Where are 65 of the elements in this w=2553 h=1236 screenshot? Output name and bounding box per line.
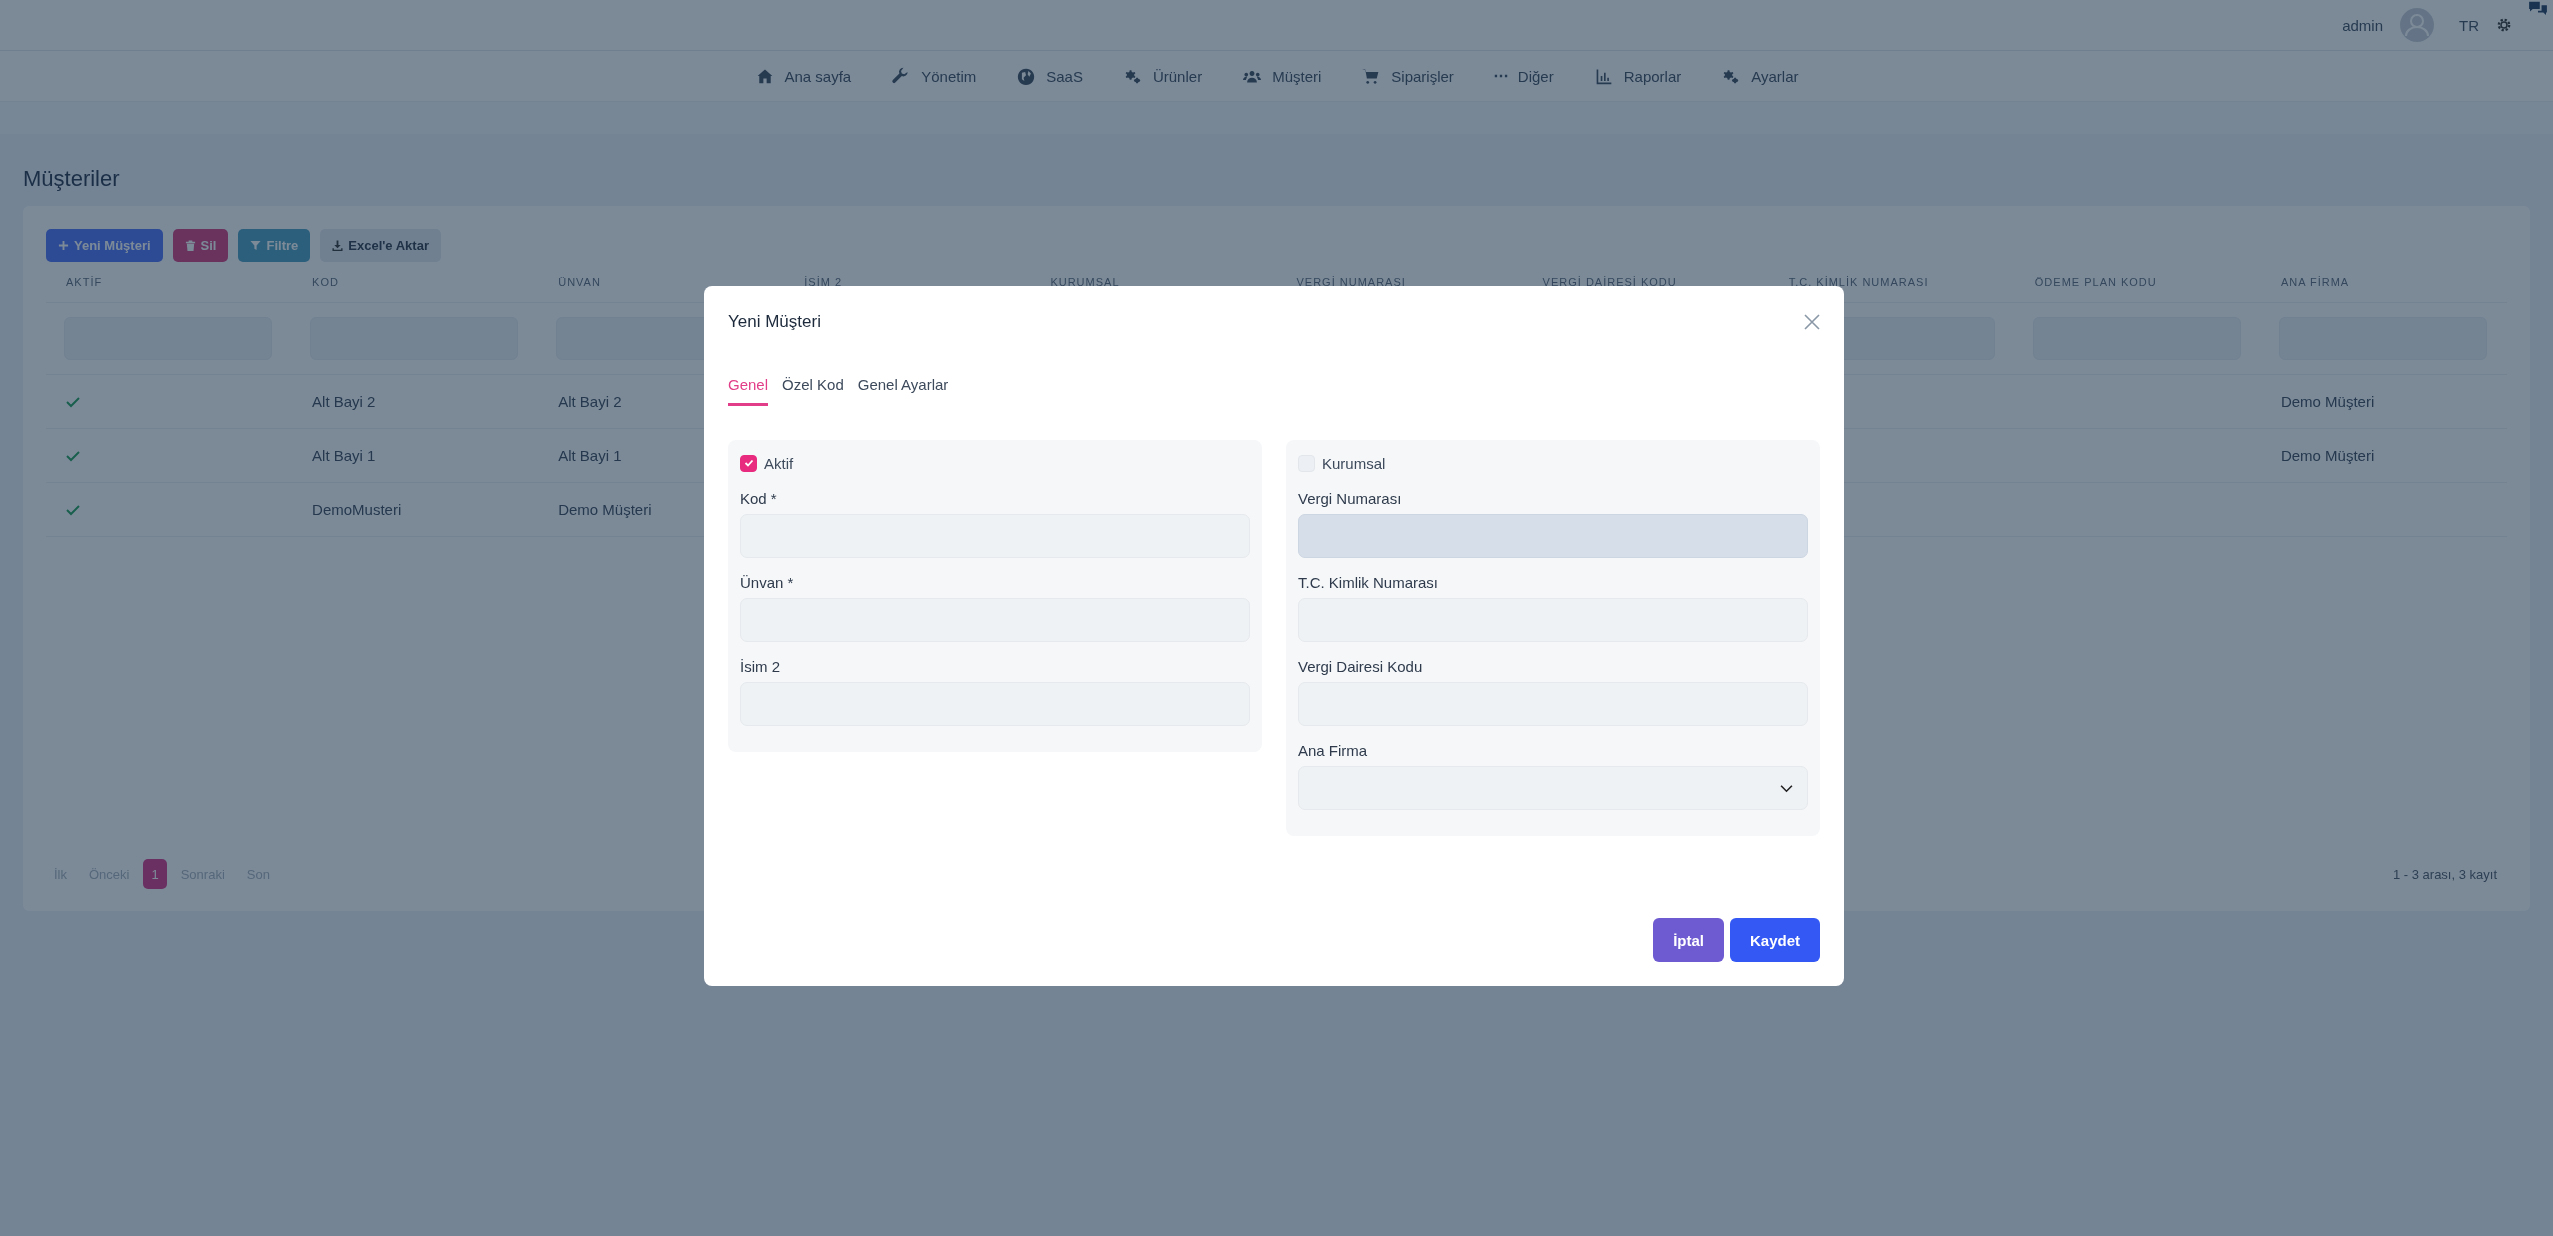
table-cell: Demo Müşteri [2280, 447, 2375, 464]
plus-icon [58, 240, 69, 251]
nav-link[interactable]: Ana sayfa [754, 67, 852, 85]
table-cell: Alt Bayi 1 [312, 447, 376, 464]
settings-icon[interactable] [2495, 16, 2513, 34]
modal-title: Yeni Müşteri [728, 312, 821, 332]
field-label: Ünvan * [740, 574, 795, 591]
tab[interactable]: Genel Ayarlar [857, 376, 949, 406]
column-header[interactable]: VERGİ NUMARASI [1296, 276, 1406, 288]
trash-icon [184, 240, 196, 251]
close-icon[interactable] [1804, 314, 1820, 330]
table-cell: Demo Müşteri [2280, 393, 2375, 410]
nav-link[interactable]: Yönetim [891, 67, 977, 85]
column-header[interactable]: KOD [312, 276, 339, 288]
column-header[interactable]: VERGİ DAİRESİ KODU [1542, 276, 1677, 288]
record-count: 1 - 3 arası, 3 kayıt [2392, 866, 2498, 882]
column-header[interactable]: İSİM 2 [804, 276, 843, 288]
nav-link[interactable]: Ürünler [1122, 67, 1203, 85]
field-label: T.C. Kimlik Numarası [1298, 574, 1440, 591]
nav-link[interactable]: Diğer [1493, 67, 1554, 85]
field-label: Vergi Dairesi Kodu [1298, 658, 1424, 675]
table-cell: Alt Bayi 2 [558, 393, 622, 410]
dialog-button[interactable]: İptal [1653, 918, 1724, 962]
column-header[interactable]: T.C. KİMLİK NUMARASI [1788, 276, 1929, 288]
dots-icon [1493, 74, 1508, 78]
checkbox-label: Aktif [764, 454, 794, 472]
nav-link[interactable]: Siparişler [1361, 67, 1454, 85]
column-header[interactable]: ÜNVAN [558, 276, 601, 288]
language-selector[interactable]: TR [2459, 16, 2479, 34]
field-label: Kod * [740, 490, 778, 507]
checkbox-label: Kurumsal [1322, 454, 1386, 472]
avatar-icon[interactable] [2399, 7, 2435, 43]
toolbar-button[interactable]: Excel'e Aktar [320, 229, 441, 262]
table-cell: Alt Bayi 1 [558, 447, 622, 464]
tab[interactable]: Özel Kod [782, 376, 844, 406]
toolbar-button[interactable]: Sil [172, 229, 229, 262]
table-cell: DemoMusteri [312, 501, 402, 518]
dropdown-field[interactable] [1298, 766, 1808, 810]
chat-icon[interactable] [2527, 0, 2549, 16]
globe-icon [1016, 67, 1037, 85]
tab[interactable]: Genel [728, 376, 769, 406]
column-header[interactable]: ANA FİRMA [2280, 276, 2350, 288]
nav-link[interactable]: Müşteri [1242, 67, 1322, 85]
toolbar-button[interactable]: Filtre [238, 229, 311, 262]
pagination-button[interactable]: 1 [143, 859, 167, 889]
nav-link[interactable]: Raporlar [1593, 67, 1682, 85]
download-icon [332, 240, 344, 251]
checkbox[interactable] [740, 454, 757, 472]
nav-link[interactable]: SaaS [1016, 67, 1083, 85]
column-header[interactable]: ÖDEME PLAN KODU [2034, 276, 2157, 288]
caret-icon [1780, 783, 1793, 793]
field-label: Vergi Numarası [1298, 490, 1403, 507]
table-cell: Demo Müşteri [558, 501, 652, 518]
check-icon [742, 457, 755, 469]
column-header[interactable]: AKTİF [66, 276, 103, 288]
user-name[interactable]: admin [2342, 16, 2383, 34]
nav-link[interactable]: Ayarlar [1721, 67, 1799, 85]
dialog-button[interactable]: Kaydet [1729, 918, 1820, 962]
table-cell: Alt Bayi 2 [312, 393, 376, 410]
toolbar-button[interactable]: Yeni Müşteri [46, 229, 163, 262]
page-title: Müşteriler [23, 165, 121, 193]
filter-icon [250, 240, 262, 251]
field-label: İsim 2 [740, 658, 781, 675]
field-label: Ana Firma [1298, 742, 1369, 759]
column-header[interactable]: KURUMSAL [1050, 276, 1120, 288]
